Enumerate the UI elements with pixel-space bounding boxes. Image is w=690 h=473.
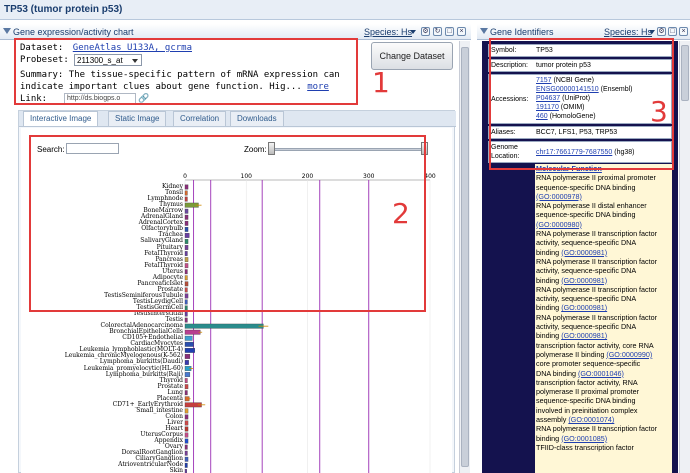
annotation-box-3 [489, 38, 674, 170]
go-term-line: RNA polymerase II proximal promoter [536, 173, 656, 183]
go-term-line: binding (GO:0001085) [536, 433, 608, 443]
go-term-line: activity, sequence-specific DNA [536, 322, 637, 332]
go-term-line: binding (GO:0000981) [536, 303, 608, 313]
go-term-line: binding (GO:0000981) [536, 275, 608, 285]
chevron-down-icon [649, 30, 655, 34]
go-term-line: assembly (GO:0001074) [536, 415, 615, 425]
go-term-line: activity, sequence-specific DNA [536, 294, 637, 304]
go-id-link[interactable]: (GO:0000981) [561, 303, 607, 312]
go-id-link[interactable]: (GO:0000981) [561, 331, 607, 340]
go-term-line: RNA polymerase II transcription factor [536, 312, 658, 322]
annotation-number-1: 1 [372, 66, 390, 99]
go-id-link[interactable]: (GO:0000990) [606, 350, 652, 359]
annotation-number-2: 2 [392, 197, 410, 230]
species-selector[interactable]: Species: Hs [604, 27, 652, 37]
go-id-link[interactable]: (GO:0001074) [568, 415, 614, 424]
annotation-box-1 [14, 38, 358, 105]
go-id-link[interactable]: (GO:0000981) [561, 276, 607, 285]
scrollbar-thumb[interactable] [461, 47, 469, 467]
go-term-line: core promoter sequence-specific [536, 359, 641, 369]
gene-panel-title: Gene Identifiers [490, 27, 554, 37]
go-term-line: activity, sequence-specific DNA [536, 266, 637, 276]
go-term-line: TFIID-class transcription factor [536, 442, 634, 452]
annotation-number-3: 3 [650, 95, 668, 128]
expression-panel-scrollbar[interactable] [459, 41, 470, 473]
go-term-line: DNA binding (GO:0001046) [536, 368, 624, 378]
collapse-icon[interactable] [480, 28, 488, 34]
category-label: Skin [169, 467, 183, 473]
settings-icon[interactable]: ⚙ [657, 27, 666, 36]
go-id-link[interactable]: (GO:0000981) [561, 248, 607, 257]
annotation-box-2 [29, 135, 426, 312]
go-term-line: transcription factor activity, RNA [536, 377, 638, 387]
go-term-line: sequence-specific DNA binding [536, 210, 636, 220]
go-term-line: binding (GO:0000981) [536, 331, 608, 341]
go-term-line: RNA polymerase II transcription factor [536, 256, 658, 266]
go-term-line: RNA polymerase II transcription factor [536, 284, 658, 294]
go-term-line: (GO:0000980) [536, 220, 672, 229]
go-term-line: RNA polymerase II distal enhancer [536, 201, 647, 211]
close-icon[interactable]: × [679, 27, 688, 36]
maximize-icon[interactable]: □ [668, 27, 677, 36]
go-id-link[interactable]: (GO:0001046) [578, 369, 624, 378]
go-term-line: activity, sequence-specific DNA [536, 238, 637, 248]
go-term-line: (GO:0000978) [536, 192, 672, 201]
go-term-line: transcription factor activity, core RNA [536, 340, 654, 350]
go-term-line: RNA polymerase II transcription factor [536, 424, 658, 434]
go-term-line: polymerase II binding (GO:0000990) [536, 349, 653, 359]
go-term-list: RNA polymerase II proximal promoter seque… [535, 173, 672, 452]
go-term-line: sequence-specific DNA binding [536, 396, 636, 406]
go-term-line: binding (GO:0000981) [536, 247, 608, 257]
go-id-link[interactable]: (GO:0000978) [536, 192, 582, 201]
scrollbar-thumb[interactable] [681, 45, 689, 101]
go-term-line: polymerase II proximal promoter [536, 387, 640, 397]
go-terms-box: Molecular Function RNA polymerase II pro… [535, 164, 672, 473]
gene-panel-scrollbar[interactable] [679, 41, 690, 473]
go-id-link[interactable]: (GO:0001085) [561, 434, 607, 443]
go-term-line: sequence-specific DNA binding [536, 182, 636, 192]
go-term-line: involved in preinitiation complex [536, 405, 638, 415]
go-id-link[interactable]: (GO:0000980) [536, 220, 582, 229]
go-term-line: RNA polymerase II transcription factor [536, 229, 658, 239]
